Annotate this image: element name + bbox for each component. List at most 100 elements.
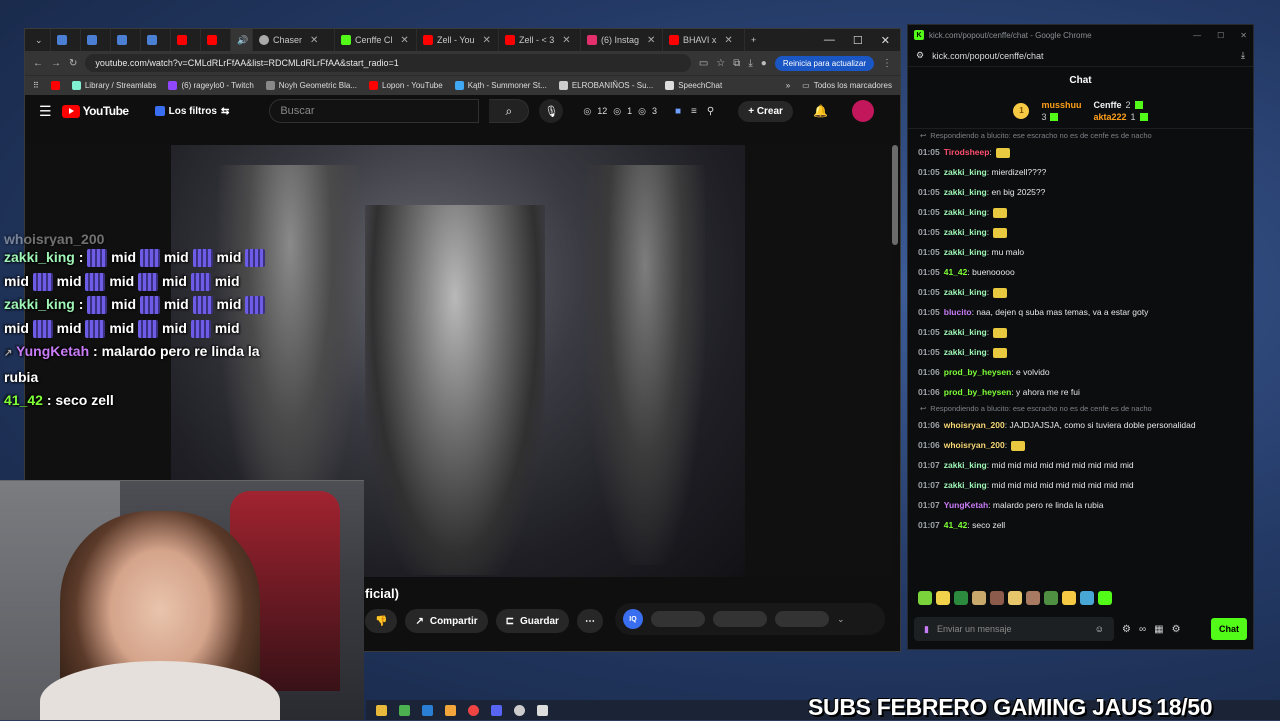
close-tab-icon[interactable]: ✕ — [310, 35, 318, 46]
chat-username[interactable]: zakki_king — [944, 187, 987, 197]
tab-pinned-2[interactable] — [81, 29, 111, 51]
tab-chaser[interactable]: Chaser ✕ — [253, 29, 335, 51]
extension-slot[interactable] — [651, 611, 705, 627]
tab-pinned-3[interactable] — [111, 29, 141, 51]
chat-username[interactable]: prod_by_heysen — [944, 387, 1012, 397]
search-button[interactable]: ⌕ — [489, 99, 530, 123]
app-icon[interactable] — [399, 704, 410, 716]
emote-icon[interactable] — [1062, 591, 1076, 605]
tab-pinned-1[interactable] — [51, 29, 81, 51]
voice-search-button[interactable]: 🎙 — [539, 99, 564, 123]
link-icon[interactable]: ∞ — [1139, 624, 1146, 635]
star-icon[interactable]: ☆ — [716, 58, 725, 69]
bookmarks-overflow-icon[interactable]: » — [786, 81, 790, 90]
bookmark-item[interactable]: Lopon - YouTube — [369, 81, 443, 90]
minimize-icon[interactable]: — — [1193, 31, 1201, 40]
ext-icon[interactable]: ■ — [675, 106, 681, 117]
gear-icon[interactable]: ⚙ — [1172, 624, 1181, 635]
chat-username[interactable]: zakki_king — [944, 247, 987, 257]
chat-username[interactable]: whoisryan_200 — [944, 420, 1005, 430]
tab-bhavi[interactable]: BHAVI x ✕ — [663, 29, 745, 51]
emote-icon[interactable] — [918, 591, 932, 605]
more-actions-button[interactable]: ⋯ — [576, 609, 603, 633]
iq-icon[interactable]: IQ — [623, 609, 643, 629]
bookmark-item[interactable]: Kąth - Summoner St... — [454, 81, 547, 90]
maximize-icon[interactable]: ☐ — [853, 34, 863, 47]
extension-slot[interactable] — [775, 611, 829, 627]
back-icon[interactable]: ← — [33, 58, 43, 69]
tab-pinned-6[interactable] — [201, 29, 231, 51]
bookmark-item[interactable]: SpeechChat — [665, 81, 722, 90]
chat-username[interactable]: whoisryan_200 — [944, 440, 1005, 450]
chat-username[interactable]: zakki_king — [944, 227, 987, 237]
cast-icon[interactable]: ▭ — [699, 58, 708, 69]
emote-icon[interactable] — [1098, 591, 1112, 605]
ext-icon[interactable]: ⚲ — [707, 106, 714, 117]
chat-username[interactable]: zakki_king — [944, 207, 987, 217]
store-icon[interactable]: ▦ — [1154, 624, 1163, 635]
create-button[interactable]: + Crear — [738, 100, 793, 122]
send-chat-button[interactable]: Chat — [1211, 618, 1247, 640]
file-explorer-icon[interactable] — [376, 704, 387, 716]
maximize-icon[interactable]: ☐ — [1217, 31, 1224, 40]
minimize-icon[interactable]: — — [824, 34, 835, 47]
tab-menu-icon[interactable]: ⌄ — [29, 29, 51, 51]
download-icon[interactable]: ⤓ — [748, 58, 752, 69]
app-icon[interactable] — [537, 704, 548, 716]
chat-username[interactable]: blucito — [944, 307, 972, 317]
app-icon[interactable] — [445, 704, 456, 716]
extension-icon[interactable]: ⧉ — [733, 58, 740, 69]
reload-icon[interactable]: ↻ — [69, 58, 77, 69]
bookmarks-folder[interactable]: ▭ Todos los marcadores — [802, 81, 892, 90]
dislike-button[interactable]: 👎 — [365, 609, 398, 633]
chat-username[interactable]: zakki_king — [944, 460, 987, 470]
close-window-icon[interactable]: ✕ — [881, 34, 890, 47]
tab-pinned-4[interactable] — [141, 29, 171, 51]
search-input[interactable]: Buscar — [269, 99, 480, 123]
close-tab-icon[interactable]: ✕ — [483, 35, 491, 46]
menu-icon[interactable]: ⋮ — [882, 58, 892, 69]
bookmark-item[interactable] — [50, 81, 60, 90]
chat-username[interactable]: zakki_king — [944, 327, 987, 337]
bookmark-item[interactable]: Library / Streamlabs — [71, 81, 156, 90]
app-icon[interactable] — [422, 704, 433, 716]
tab-instagram[interactable]: (6) Instag ✕ — [581, 29, 663, 51]
address-input[interactable]: youtube.com/watch?v=CMLdRLrFfAA&list=RDC… — [85, 54, 691, 72]
ext-icon[interactable]: ≡ — [691, 106, 697, 117]
chat-username[interactable]: prod_by_heysen — [944, 367, 1012, 377]
emote-icon[interactable] — [990, 591, 1004, 605]
bookmark-item[interactable]: Noyh Geometric Bla... — [265, 81, 357, 90]
forward-icon[interactable]: → — [51, 58, 61, 69]
chat-username[interactable]: 41_42 — [944, 520, 968, 530]
update-button[interactable]: Reinicia para actualizar — [774, 55, 874, 71]
new-tab-button[interactable]: + — [745, 29, 767, 51]
bookmark-item[interactable]: ELROBANIÑOS - Su... — [558, 81, 653, 90]
tab-pinned-5[interactable] — [171, 29, 201, 51]
tab-audio-active[interactable]: 🔊 — [231, 29, 253, 51]
close-tab-icon[interactable]: ✕ — [400, 35, 408, 46]
kick-address-bar[interactable]: ⚙ kick.com/popout/cenffe/chat ⤓ — [908, 45, 1253, 67]
tab-zell-1[interactable]: Zell - You ✕ — [417, 29, 499, 51]
page-scrollbar[interactable] — [892, 145, 898, 245]
chat-username[interactable]: zakki_king — [944, 347, 987, 357]
tab-zell-2[interactable]: Zell - < 3 ✕ — [499, 29, 581, 51]
emote-icon[interactable] — [936, 591, 950, 605]
download-icon[interactable]: ⤓ — [1241, 50, 1245, 61]
filters-button[interactable]: Los filtros ⇆ — [154, 106, 229, 117]
chat-username[interactable]: zakki_king — [944, 480, 987, 490]
emote-icon[interactable] — [1080, 591, 1094, 605]
emote-icon[interactable] — [1044, 591, 1058, 605]
notifications-icon[interactable]: 🔔 — [813, 104, 828, 118]
chat-username[interactable]: zakki_king — [944, 167, 987, 177]
profile-avatar[interactable]: ● — [761, 58, 767, 69]
share-button[interactable]: ↗ Compartir — [405, 609, 488, 633]
chat-message-input[interactable]: ▮ Enviar un mensaje ☺ — [914, 617, 1114, 641]
emote-icon[interactable] — [1008, 591, 1022, 605]
close-tab-icon[interactable]: ✕ — [647, 35, 655, 46]
avatar[interactable] — [851, 100, 874, 122]
chat-username[interactable]: 41_42 — [944, 267, 968, 277]
hamburger-menu-icon[interactable]: ☰ — [39, 103, 52, 120]
close-window-icon[interactable]: ✕ — [1240, 31, 1247, 40]
settings-extension-icon[interactable]: ⚙ — [1122, 624, 1131, 635]
app-icon[interactable] — [514, 704, 525, 716]
